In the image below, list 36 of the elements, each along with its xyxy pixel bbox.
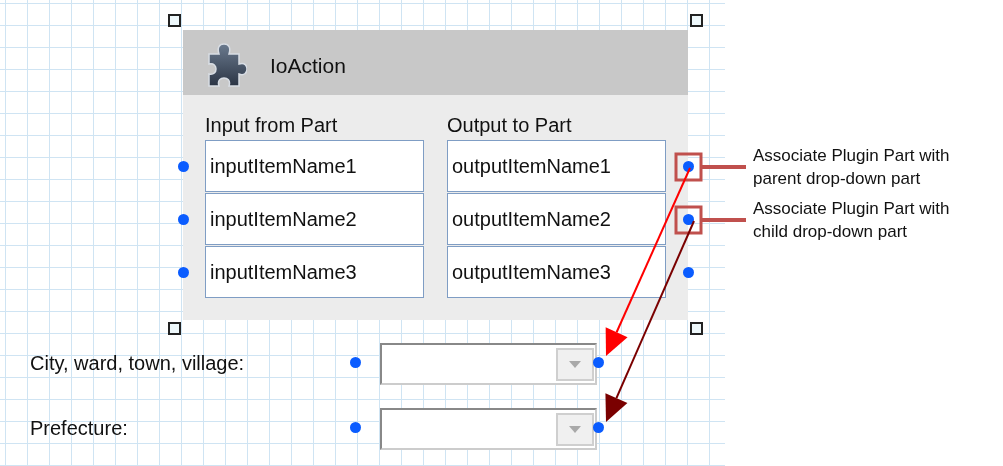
leader-line [702,218,746,222]
port-dot[interactable] [178,267,189,278]
annotation-text: Associate Plugin Part with child drop-down part [753,198,950,243]
highlight-box [674,205,703,235]
port-dot[interactable] [350,357,361,368]
port-dot[interactable] [178,161,189,172]
output-item-field[interactable]: outputItemName1 [447,140,666,192]
selection-handle[interactable] [690,14,703,27]
port-dot[interactable] [350,422,361,433]
dropdown-field[interactable] [380,408,597,450]
column-heading: Output to Part [447,114,572,137]
input-item-field[interactable]: inputItemName1 [205,140,424,192]
caret-icon [569,361,581,368]
input-item-field[interactable]: inputItemName3 [205,246,424,298]
panel-title: IoAction [270,54,346,78]
output-item-field[interactable]: outputItemName2 [447,193,666,245]
port-dot[interactable] [178,214,189,225]
port-dot[interactable] [593,422,604,433]
field-label: Prefecture: [30,417,128,440]
port-dot[interactable] [683,214,694,225]
port-dot[interactable] [593,357,604,368]
selection-handle[interactable] [168,14,181,27]
caret-icon [569,426,581,433]
output-item-field[interactable]: outputItemName3 [447,246,666,298]
field-label: City, ward, town, village: [30,352,245,375]
leader-line [702,165,746,169]
port-dot[interactable] [683,161,694,172]
annotation-text: Associate Plugin Part with parent drop-down part [753,145,950,190]
selection-handle[interactable] [168,322,181,335]
input-item-field[interactable]: inputItemName2 [205,193,424,245]
port-dot[interactable] [683,267,694,278]
puzzle-piece-icon [205,42,247,88]
dropdown-field[interactable] [380,343,597,385]
selection-handle[interactable] [690,322,703,335]
column-heading: Input from Part [205,114,338,137]
highlight-box [674,152,703,182]
